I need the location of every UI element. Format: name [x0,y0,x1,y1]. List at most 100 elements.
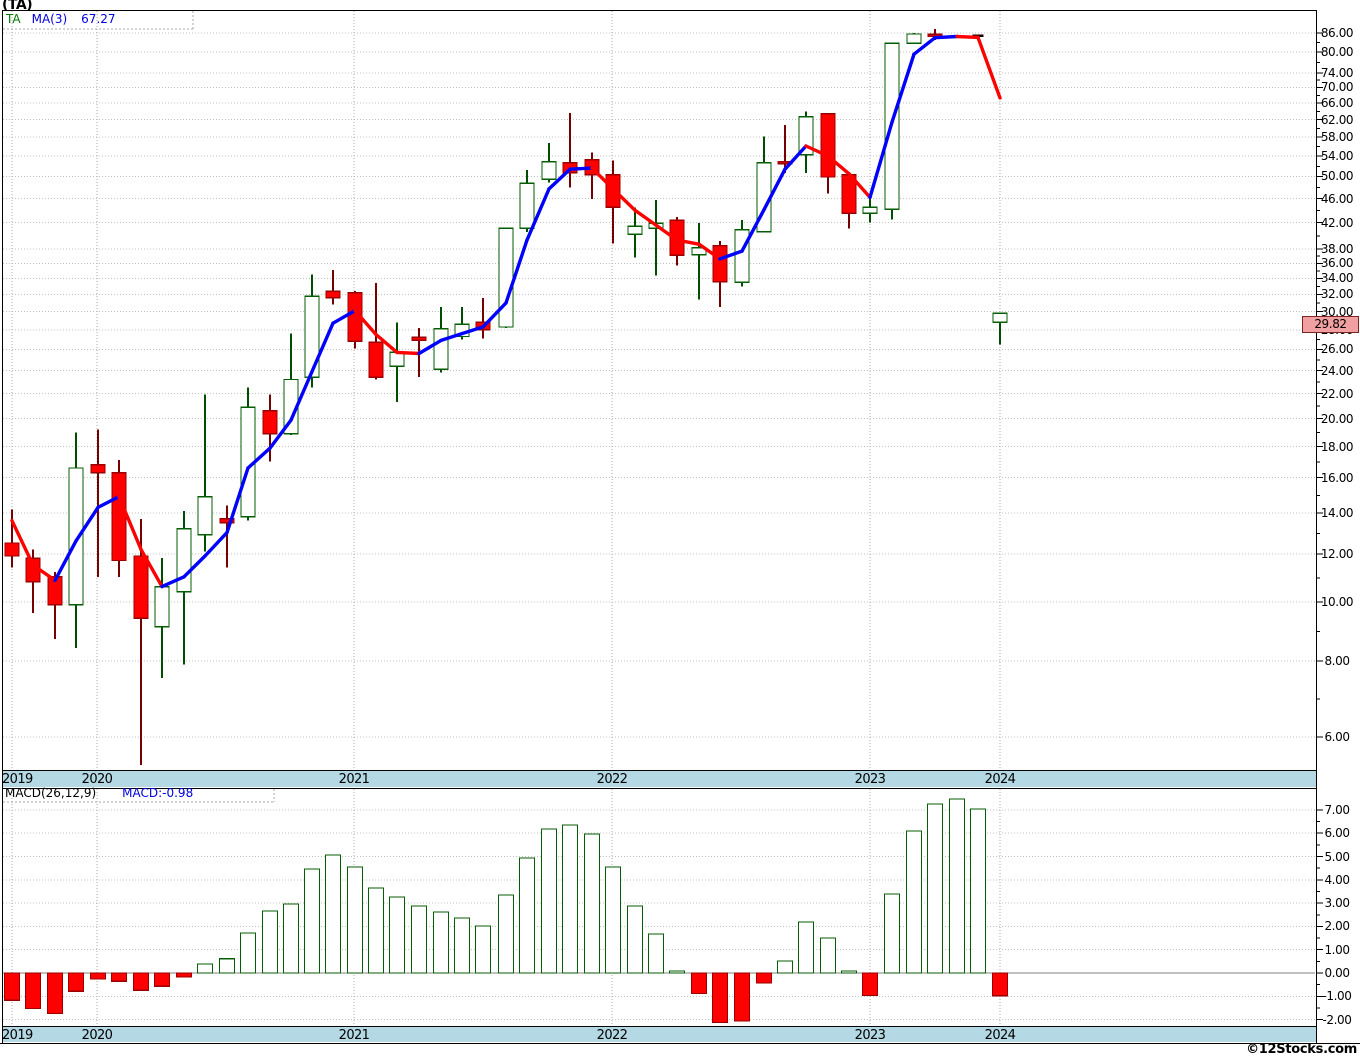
price-axis-label: 20.00 [1320,412,1354,426]
macd-bar [583,833,601,974]
candle-body [627,225,643,235]
price-axis-label: 36.00 [1320,256,1354,270]
price-axis-label: 14.00 [1320,506,1354,520]
macd-bar [324,854,342,974]
macd-bar [883,893,901,974]
price-axis-label: 46.00 [1320,192,1354,206]
year-label: 2022 [596,1028,628,1043]
chart-canvas [0,10,1360,1044]
year-label: 2022 [596,772,628,787]
candle-body [433,328,449,371]
macd-bar [840,970,858,974]
year-label: 2020 [81,1028,113,1043]
price-axis-label: 74.00 [1320,66,1354,80]
price-axis-label: 58.00 [1320,130,1354,144]
price-axis-label: 54.00 [1320,149,1354,163]
price-axis-label: 16.00 [1320,471,1354,485]
candle-body [176,527,192,593]
year-label: 2023 [854,772,886,787]
candles [4,29,1008,765]
macd-axis-label: 2.00 [1324,919,1350,933]
macd-bar [175,972,193,978]
candle-body [154,585,170,628]
year-label: 2021 [338,772,370,787]
macd-axis-label: 3.00 [1324,896,1350,910]
candle-body [498,227,514,328]
macd-axis-label: 1.00 [1324,943,1350,957]
year-bands [3,771,1316,1042]
last-price-tag: 29.82 [1302,316,1359,333]
price-axis-label: 8.00 [1324,654,1350,668]
legend-ma-label: MA(3) [31,12,68,26]
year-label: 2019 [2,772,33,787]
price-axis-label: 34.00 [1320,271,1354,285]
macd-bar [239,932,257,974]
macd-bar [132,972,150,991]
price-axis-label: 70.00 [1320,80,1354,94]
price-axis-label: 50.00 [1320,169,1354,183]
ma3-segment [933,34,959,40]
macd-bar [388,896,406,974]
year-label: 2020 [81,772,113,787]
macd-bar [969,808,987,974]
macd-axis-label: 6.00 [1324,826,1350,840]
year-label: 2024 [984,1028,1016,1043]
legend-ma-value: 67.27 [81,12,116,26]
macd-bar [153,972,171,987]
ma3-segment [568,166,594,171]
candle-body [541,160,557,180]
ma3-segment [783,144,808,171]
candle-body [262,410,278,435]
macd-bar [196,963,214,974]
price-axis-label: 38.00 [1320,242,1354,256]
candle-body [133,555,149,620]
price-axis-label: 22.00 [1320,387,1354,401]
ma3-segment [203,530,229,558]
macd-bar [261,910,279,974]
candle-body [197,495,213,536]
price-legend: TA MA(3) 67.27 [6,12,116,26]
macd-axis-label: 4.00 [1324,873,1350,887]
candle-body [862,206,878,215]
macd-bar [497,894,515,974]
candle-body [325,290,341,299]
price-axis-label: 42.00 [1320,216,1354,230]
legend-symbol: TA [6,12,21,26]
candle-body [389,351,405,367]
stock-chart-page: (TA) TA MA(3) 67.27 MACD(26,12,9) MACD:-0.9… [0,0,1360,1056]
macd-bar [3,972,21,1001]
price-axis-label: 10.00 [1320,595,1354,609]
candle-body [111,472,127,562]
macd-axis-label: 7.00 [1324,803,1350,817]
macd-bar [905,830,923,974]
price-axis-label: 86.00 [1320,26,1354,40]
macd-bar [453,917,471,974]
price-axis-label: 6.00 [1324,730,1350,744]
macd-axis-label: -1.00 [1322,989,1352,1003]
macd-bar [432,911,450,974]
candle-body [906,33,922,44]
ma3-segment [395,350,421,356]
year-label: 2023 [854,1028,886,1043]
macd-bar [89,972,107,980]
macd-bar [668,970,686,974]
macd-bar [561,824,579,974]
price-axis-label: 18.00 [1320,440,1354,454]
price-axis-label: 26.00 [1320,342,1354,356]
ma3-segment [955,34,980,40]
candle-body [368,341,384,378]
candle-body [519,182,535,229]
macd-axis-label: 0.00 [1324,966,1350,980]
year-label: 2024 [984,772,1016,787]
ma3-segment [976,35,1002,100]
macd-bar [604,866,622,974]
year-label: 2019 [2,1028,33,1043]
macd-legend-value: MACD:-0.98 [122,786,194,800]
price-axis-label: 66.00 [1320,96,1354,110]
macd-bar [861,972,879,997]
macd-bar [367,887,385,974]
macd-bar [46,972,64,1015]
candle-body [4,542,20,557]
macd-bar [626,905,644,974]
candle-body [734,228,750,284]
